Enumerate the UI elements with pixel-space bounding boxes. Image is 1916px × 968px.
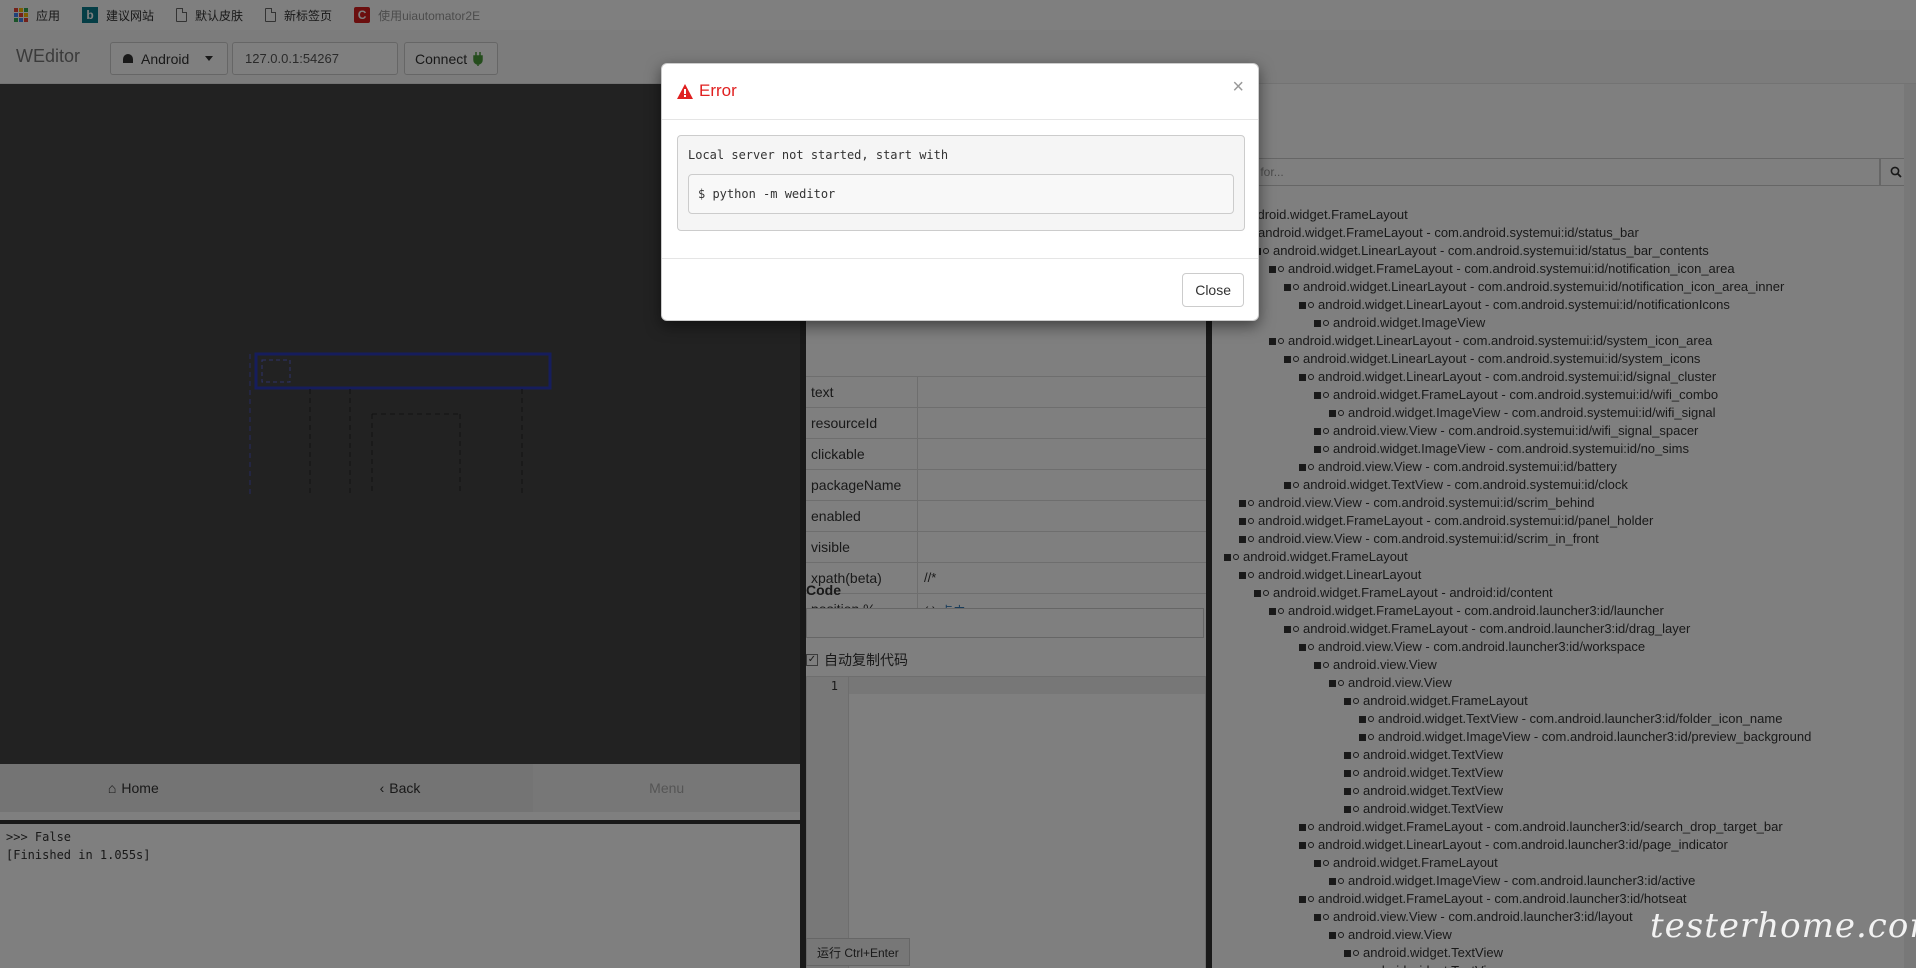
command-block: $ python -m weditor — [688, 174, 1234, 214]
dialog-footer: Close — [662, 258, 1258, 322]
error-dialog: Error × Local server not started, start … — [661, 63, 1259, 321]
warning-icon — [677, 83, 693, 99]
dialog-body: Local server not started, start with $ p… — [677, 135, 1245, 231]
close-button[interactable]: Close — [1182, 273, 1244, 307]
dialog-header: Error × — [662, 64, 1258, 120]
watermark: testerhome.com — [1650, 906, 1916, 946]
close-icon[interactable]: × — [1232, 77, 1244, 97]
error-message: Local server not started, start with — [688, 148, 949, 162]
dialog-title-text: Error — [699, 81, 737, 100]
dialog-title: Error — [677, 81, 737, 101]
